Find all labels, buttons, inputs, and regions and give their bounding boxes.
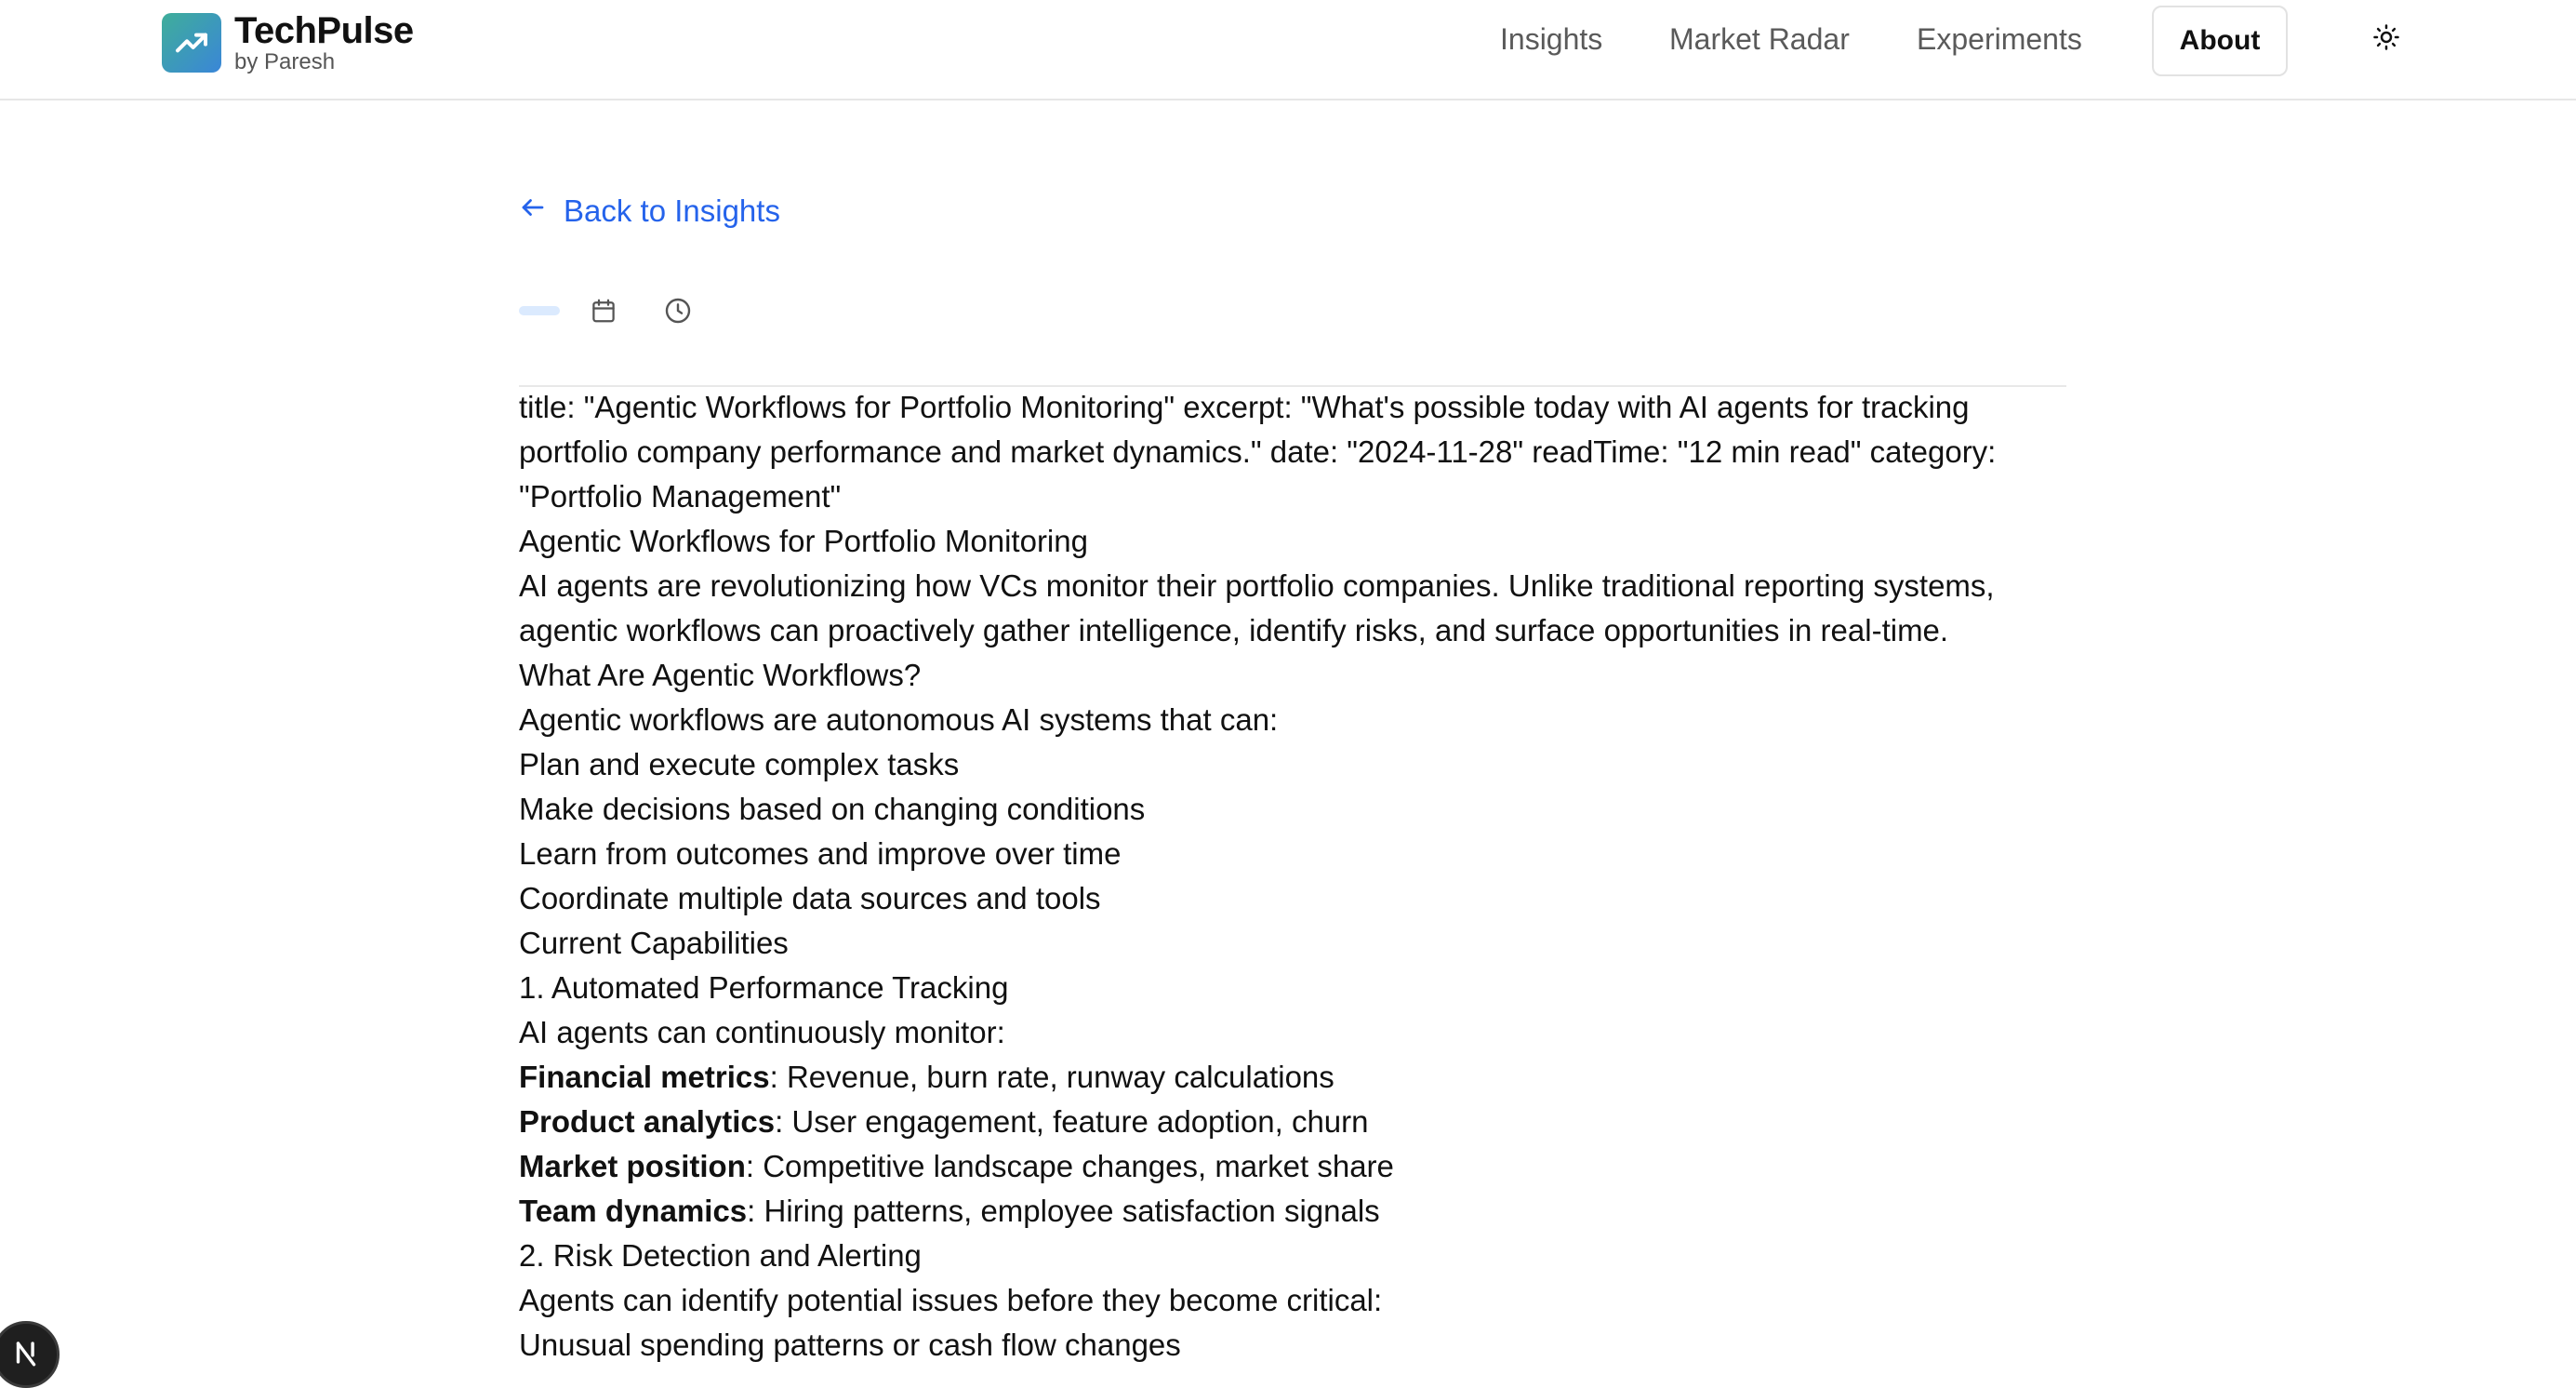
article-body: title: "Agentic Workflows for Portfolio … [519, 385, 2072, 1368]
clock-icon [662, 295, 694, 327]
list-item: Learn from outcomes and improve over tim… [519, 836, 1122, 871]
list-item-desc: : Hiring patterns, employee satisfaction… [747, 1194, 1380, 1228]
section-lead: Agentic workflows are autonomous AI syst… [519, 702, 1279, 737]
brand[interactable]: TechPulse by Paresh [162, 11, 414, 74]
subsection-lead: Agents can identify potential issues bef… [519, 1283, 1383, 1317]
nav-experiments[interactable]: Experiments [1917, 22, 2082, 57]
list-item: Coordinate multiple data sources and too… [519, 881, 1101, 915]
article-intro: AI agents are revolutionizing how VCs mo… [519, 568, 1995, 647]
list-item: Plan and execute complex tasks [519, 747, 960, 781]
section-title: What Are Agentic Workflows? [519, 658, 922, 692]
sun-icon [2372, 23, 2400, 56]
list-item: Team dynamics: Hiring patterns, employee… [519, 1189, 2072, 1234]
list-item: Make decisions based on changing conditi… [519, 792, 1146, 826]
brand-subtitle: by Paresh [234, 49, 336, 74]
theme-toggle-button[interactable] [2368, 20, 2405, 58]
subsection-lead: AI agents can continuously monitor: [519, 1015, 1005, 1049]
subsection-title: 1. Automated Performance Tracking [519, 970, 1009, 1005]
list-item-desc: : Revenue, burn rate, runway calculation… [769, 1060, 1334, 1094]
nav-insights[interactable]: Insights [1500, 22, 1602, 57]
list-item: Financial metrics: Revenue, burn rate, r… [519, 1055, 2072, 1100]
list-item: Product analytics: User engagement, feat… [519, 1100, 2072, 1144]
subsection-title: 2. Risk Detection and Alerting [519, 1238, 922, 1273]
list-item-desc: : Competitive landscape changes, market … [745, 1149, 1394, 1183]
calendar-icon [588, 295, 619, 327]
back-link-label: Back to Insights [564, 194, 780, 228]
category-badge [519, 306, 560, 315]
brand-name: TechPulse [234, 10, 414, 51]
list-item: Market position: Competitive landscape c… [519, 1144, 2072, 1189]
arrow-left-icon [519, 194, 564, 229]
list-item-term: Market position [519, 1149, 746, 1183]
frontmatter-text: title: "Agentic Workflows for Portfolio … [519, 390, 1997, 514]
trending-up-icon [162, 13, 221, 73]
site-header: TechPulse by Paresh Insights Market Rada… [0, 0, 2576, 100]
section-title: Current Capabilities [519, 926, 789, 960]
back-to-insights-link[interactable]: Back to Insights [519, 194, 780, 229]
list-item-desc: : User engagement, feature adoption, chu… [775, 1104, 1369, 1139]
article-heading: Agentic Workflows for Portfolio Monitori… [519, 524, 1088, 558]
list-item-term: Financial metrics [519, 1060, 770, 1094]
nav-market-radar[interactable]: Market Radar [1669, 22, 1850, 57]
nextjs-icon [10, 1337, 42, 1373]
list-item: Unusual spending patterns or cash flow c… [519, 1328, 1181, 1362]
list-item-term: Product analytics [519, 1104, 776, 1139]
article-meta [519, 292, 701, 329]
nextjs-dev-badge[interactable] [0, 1321, 60, 1388]
nav-about-button[interactable]: About [2152, 6, 2288, 76]
list-item-term: Team dynamics [519, 1194, 748, 1228]
